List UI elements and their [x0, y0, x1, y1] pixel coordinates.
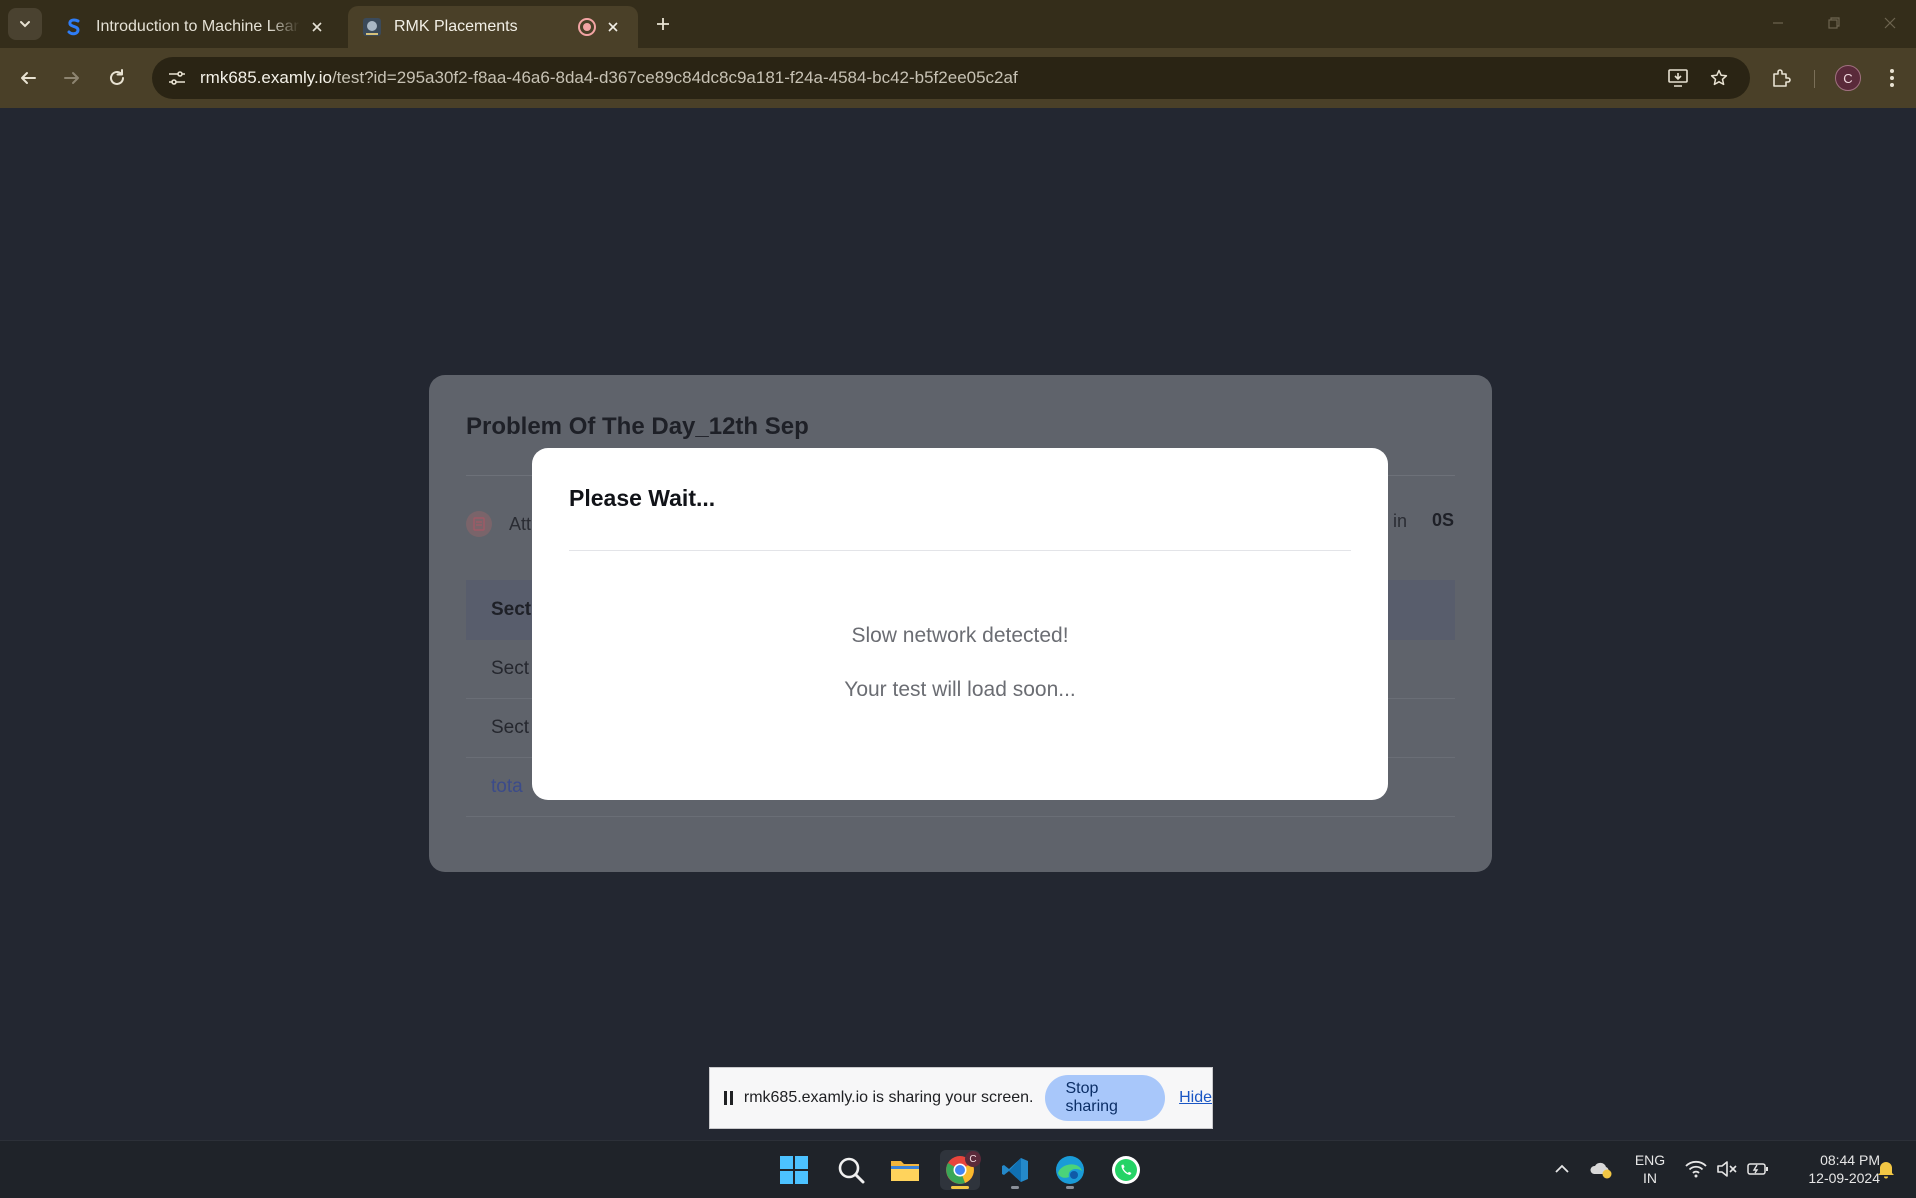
- tab-title: RMK Placements: [394, 18, 518, 35]
- arrow-right-icon: [64, 72, 79, 84]
- file-explorer-icon[interactable]: [885, 1150, 925, 1190]
- tab-introduction-ml[interactable]: Introduction to Machine Learnin: [50, 6, 342, 48]
- reload-icon: [110, 69, 124, 85]
- restore-icon: [1828, 17, 1840, 29]
- attempt-label: Att: [509, 514, 532, 534]
- language-indicator[interactable]: ENG IN: [1630, 1151, 1670, 1187]
- puzzle-icon: [1773, 69, 1791, 87]
- time-text: 08:44 PM: [1820, 1152, 1880, 1168]
- recording-icon: [578, 18, 596, 36]
- active-indicator: [951, 1186, 969, 1189]
- lang-region: IN: [1643, 1170, 1657, 1186]
- minimize-button[interactable]: [1758, 8, 1798, 38]
- modal-title: Please Wait...: [569, 485, 716, 511]
- whatsapp-icon[interactable]: [1106, 1150, 1146, 1190]
- wifi-icon[interactable]: [1684, 1157, 1708, 1181]
- address-bar[interactable]: rmk685.examly.io/test?id=295a30f2-f8aa-4…: [152, 57, 1750, 99]
- avatar: C: [1835, 65, 1861, 91]
- url-path: /test?id=295a30f2-f8aa-46a6-8da4-d367ce8…: [331, 68, 1018, 87]
- url-text: rmk685.examly.io/test?id=295a30f2-f8aa-4…: [200, 68, 1018, 88]
- close-icon[interactable]: [306, 16, 328, 38]
- tab-title: Introduction to Machine Learnin: [96, 18, 300, 35]
- stop-sharing-button[interactable]: Stop sharing: [1045, 1075, 1166, 1121]
- bookmark-star-icon[interactable]: [1703, 62, 1735, 94]
- slow-network-message: Slow network detected!: [851, 624, 1069, 647]
- forward-button[interactable]: [56, 62, 88, 94]
- load-soon-message: Your test will load soon...: [844, 678, 1076, 701]
- new-tab-button[interactable]: [650, 10, 676, 38]
- window-close-button[interactable]: [1870, 8, 1910, 38]
- windows-start-icon[interactable]: [774, 1150, 814, 1190]
- lang-code: ENG: [1634, 1152, 1666, 1168]
- divider: [569, 550, 1351, 551]
- screen-share-bar: rmk685.examly.io is sharing your screen.…: [709, 1067, 1213, 1129]
- taskbar: C ENG IN 08:44 PM 12-09-2024: [0, 1140, 1916, 1198]
- browser-toolbar: rmk685.examly.io/test?id=295a30f2-f8aa-4…: [0, 48, 1916, 108]
- chrome-icon[interactable]: C: [940, 1150, 981, 1190]
- onedrive-icon[interactable]: [1589, 1157, 1613, 1181]
- reload-button[interactable]: [101, 62, 133, 94]
- chevron-up-icon[interactable]: [1550, 1157, 1574, 1181]
- hide-link[interactable]: Hide: [1179, 1089, 1212, 1107]
- more-vertical-icon: [1890, 69, 1894, 87]
- tab-rmk-placements[interactable]: RMK Placements: [348, 6, 638, 48]
- running-indicator: [1011, 1186, 1019, 1189]
- close-icon: [1884, 17, 1896, 29]
- notification-bell-icon[interactable]: [1874, 1157, 1898, 1181]
- restore-button[interactable]: [1814, 8, 1854, 38]
- site-info-icon[interactable]: [158, 62, 196, 94]
- please-wait-modal: Please Wait... Slow network detected! Yo…: [532, 448, 1388, 800]
- arrow-left-icon: [21, 72, 36, 84]
- ends-in-value: 0S: [1432, 510, 1455, 530]
- install-app-icon[interactable]: [1662, 62, 1694, 94]
- toolbar-separator: [1814, 70, 1815, 88]
- tab-search-button[interactable]: [8, 8, 42, 40]
- minimize-icon: [1773, 22, 1783, 24]
- browser-menu-button[interactable]: [1876, 62, 1908, 94]
- edge-icon[interactable]: [1050, 1150, 1090, 1190]
- test-title: Problem Of The Day_12th Sep: [466, 413, 809, 440]
- document-icon: [466, 511, 492, 537]
- url-host: rmk685.examly.io: [200, 68, 332, 87]
- close-icon[interactable]: [602, 16, 624, 38]
- search-icon[interactable]: [831, 1150, 871, 1190]
- clock[interactable]: 08:44 PM 12-09-2024: [1780, 1151, 1880, 1187]
- date-text: 12-09-2024: [1808, 1170, 1880, 1186]
- vscode-icon[interactable]: [995, 1150, 1035, 1190]
- battery-charging-icon[interactable]: [1746, 1157, 1770, 1181]
- drag-handle-icon[interactable]: [724, 1091, 733, 1105]
- s-logo-icon: [64, 17, 84, 37]
- share-status-text: rmk685.examly.io is sharing your screen.: [743, 1089, 1034, 1106]
- college-logo-icon: [362, 17, 382, 37]
- profile-badge: C: [965, 1151, 981, 1167]
- extensions-button[interactable]: [1765, 62, 1797, 94]
- chevron-down-icon: [20, 21, 30, 28]
- tab-strip: Introduction to Machine Learnin RMK Plac…: [0, 0, 1916, 48]
- volume-muted-icon[interactable]: [1715, 1157, 1739, 1181]
- profile-button[interactable]: C: [1832, 62, 1864, 94]
- plus-icon: [657, 18, 669, 30]
- back-button[interactable]: [12, 62, 44, 94]
- running-indicator: [1066, 1186, 1074, 1189]
